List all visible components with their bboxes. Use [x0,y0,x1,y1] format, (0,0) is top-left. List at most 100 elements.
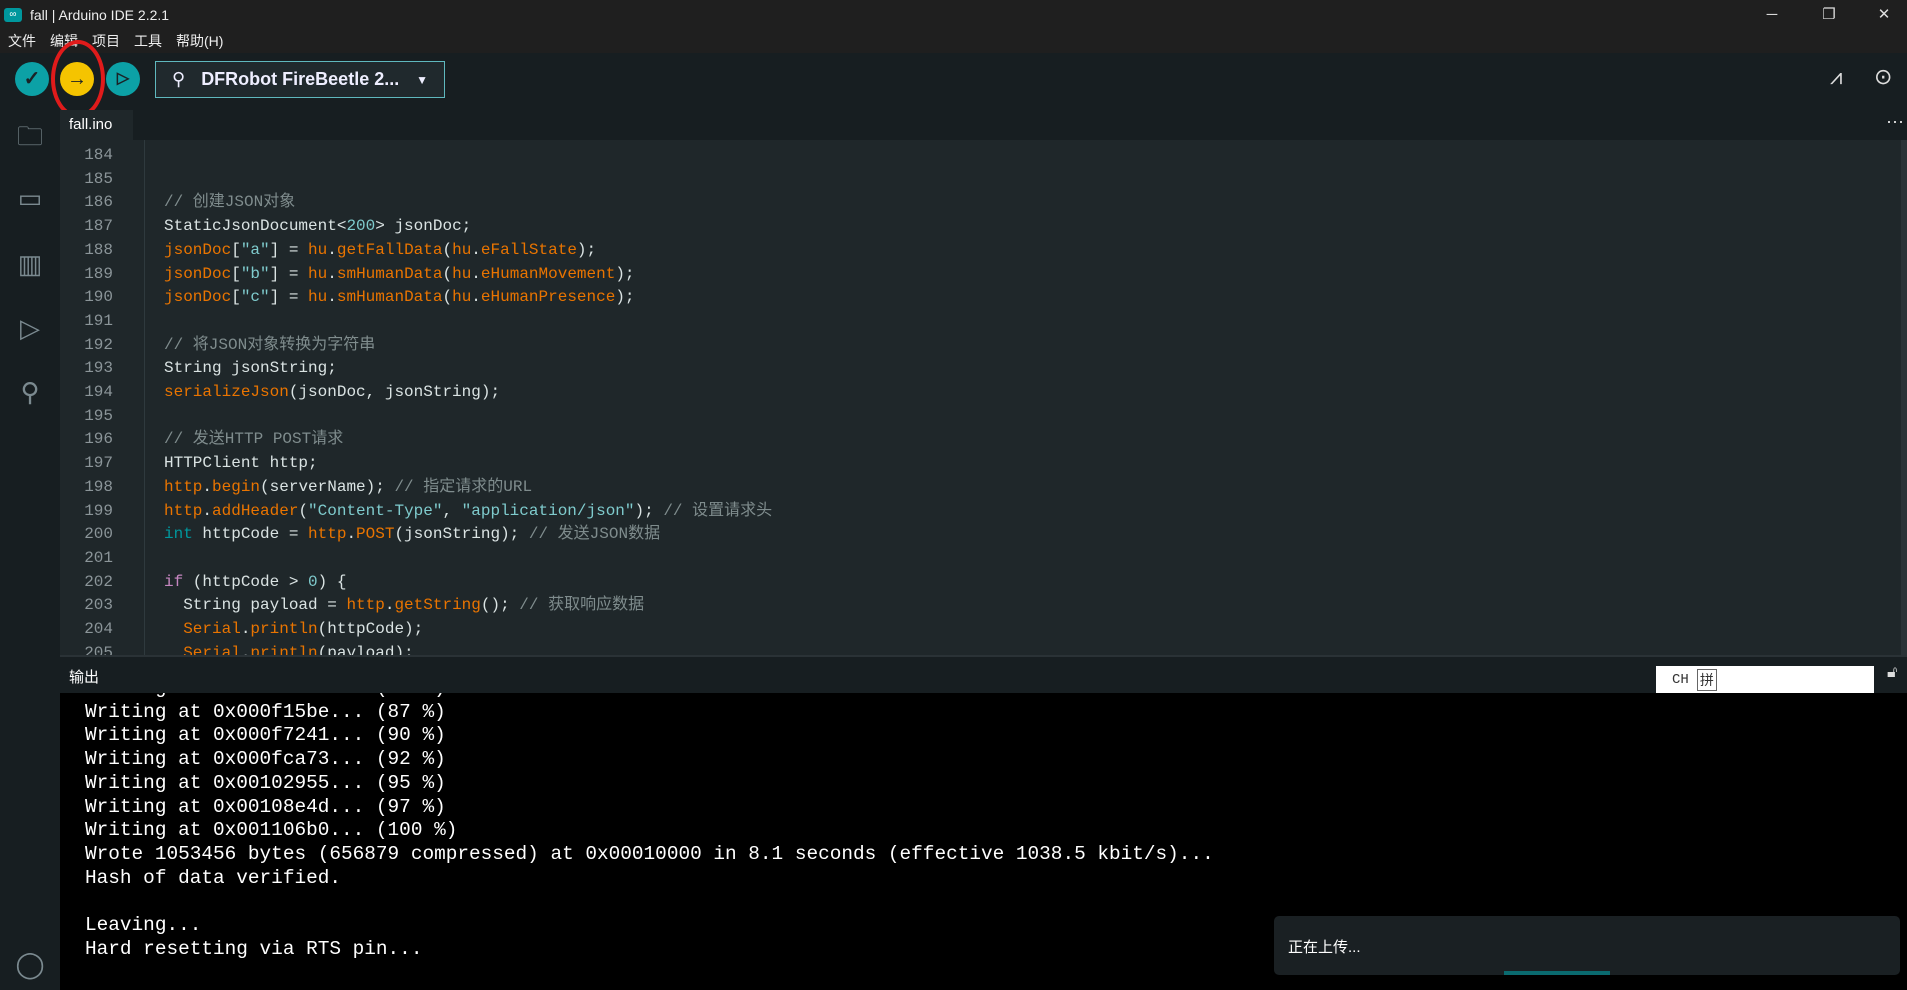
code-token: jsonDoc [164,288,232,307]
code-token: . [471,264,481,283]
output-line: Writing at 0x000eb65e... (85 %) [85,693,446,701]
sketchbook-folder-icon[interactable]: 🗀 [12,118,48,154]
restore-button[interactable]: ❐ [1806,0,1852,29]
code-token: (); [480,596,520,615]
code-token: // 指定请求的URL [394,477,533,496]
line-number: 199 [84,501,113,520]
output-line: Writing at 0x00108e4d... (97 %) [85,795,446,818]
code-token: [ [231,288,241,307]
code-line: jsonDoc["b"] = hu.smHumanData(hu.eHumanM… [164,263,635,287]
menu-sketch[interactable]: 项目 [92,31,120,51]
code-token: . [471,288,481,307]
account-icon[interactable]: ◯ [12,946,48,982]
code-token: println [250,620,318,638]
code-token: [ [231,264,241,283]
code-token: hu [308,240,328,259]
menu-help[interactable]: 帮助(H) [176,31,223,51]
code-token: ] = [269,288,309,307]
code-token: > jsonDoc; [375,217,472,236]
line-number: 200 [84,525,113,544]
editor-scrollbar[interactable] [1901,140,1907,655]
code-token: 0 [308,572,318,591]
line-number: 185 [84,169,113,188]
code-token: hu [308,264,328,283]
code-token: "a" [240,240,270,259]
code-token: // 发送JSON数据 [528,525,661,544]
code-token: http [164,501,203,520]
menu-tools[interactable]: 工具 [134,31,162,51]
line-number: 197 [84,454,113,473]
code-token: [ [231,240,241,259]
code-token: ( [442,264,453,283]
code-token: (jsonString); [394,525,529,544]
code-token: ( [298,501,309,520]
code-token: // 创建JSON对象 [164,193,296,212]
code-token: httpCode = [192,525,309,544]
code-token: hu [452,264,472,283]
code-line: // 创建JSON对象 [164,191,295,215]
code-token: HTTPClient http; [164,454,318,473]
code-token: ); [615,264,635,283]
code-token: , [442,501,462,520]
ime-mode[interactable]: CH [1672,672,1689,688]
library-manager-icon[interactable]: ▥ [12,246,48,282]
minimize-button[interactable]: ─ [1749,0,1795,29]
line-number: 192 [84,335,113,354]
code-token: serializeJson [164,383,289,401]
code-token: http [346,596,385,615]
output-line: Writing at 0x00102955... (95 %) [85,771,446,794]
code-token: ] = [269,240,309,259]
code-token: . [202,477,213,496]
code-token: jsonDoc [164,264,232,283]
title-bar: ∞ fall | Arduino IDE 2.2.1 ─ ❐ ✕ [0,0,1907,29]
code-token: hu [452,240,472,259]
code-token: "b" [240,264,270,283]
output-header: 输出 [60,655,1907,693]
ime-toolbar[interactable]: CH 拼 [1656,666,1874,694]
window-title: fall | Arduino IDE 2.2.1 [30,6,170,23]
line-number: 202 [84,572,113,591]
close-button[interactable]: ✕ [1861,0,1907,29]
debug-icon[interactable]: ▷ [12,310,48,346]
menu-bar: 文件 编辑 项目 工具 帮助(H) [0,29,1907,53]
code-token: // 获取响应数据 [519,596,645,615]
code-token: . [327,264,337,283]
verify-button[interactable]: ✓ [15,62,49,96]
line-number: 184 [84,146,113,164]
code-token: jsonDoc [164,240,232,259]
line-number: 203 [84,596,113,615]
code-line: http.begin(serverName); // 指定请求的URL [164,476,532,500]
output-line: Wrote 1053456 bytes (656879 compressed) … [85,842,1214,865]
debug-button[interactable]: ▷ [106,62,140,96]
notification-message: 正在上传... [1288,939,1361,956]
menu-file[interactable]: 文件 [8,31,36,51]
code-token: getString [394,596,481,615]
code-token: ); [634,501,664,520]
line-number: 191 [84,311,113,330]
search-icon[interactable]: ⚲ [12,374,48,410]
output-line: Writing at 0x000f15be... (87 %) [85,700,446,723]
code-token: smHumanData [336,264,443,283]
output-line: Writing at 0x001106b0... (100 %) [85,819,458,842]
serial-plotter-icon[interactable]: ⩘ [1830,64,1842,90]
board-selector[interactable]: ⚲ DFRobot FireBeetle 2... ▼ [155,61,445,98]
code-token: eHumanPresence [480,288,616,307]
line-number: 193 [84,359,113,378]
serial-monitor-icon[interactable]: ⊙ [1874,64,1892,90]
boards-manager-icon[interactable]: ▭ [12,180,48,216]
code-line: int httpCode = http.POST(jsonString); //… [164,523,660,547]
code-token: hu [308,288,328,307]
line-number: 204 [84,620,113,638]
tab-fall-ino[interactable]: fall.ino [60,110,133,140]
ime-layout[interactable]: 拼 [1696,669,1717,691]
code-token: if [164,572,184,591]
more-options-icon[interactable]: ⋯ [1886,112,1904,133]
code-token: POST [356,525,395,544]
code-token: . [471,240,481,259]
output-line: Writing at 0x000fca73... (92 %) [85,748,446,771]
unlock-icon[interactable]: 🔓︎ [1887,664,1897,682]
upload-notification: 正在上传... [1274,916,1900,975]
code-line: jsonDoc["a"] = hu.getFallData(hu.eFallSt… [164,239,596,263]
annotation-circle [51,40,105,118]
